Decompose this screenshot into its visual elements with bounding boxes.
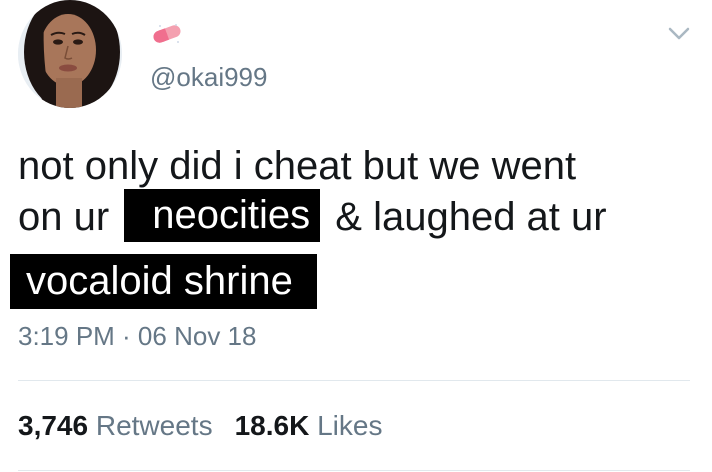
redacted-label-neocities: neocities xyxy=(124,189,321,242)
tweet-text-line-1: not only did i cheat but we went xyxy=(18,144,577,188)
tweet-stats: 3,746 Retweets 18.6K Likes xyxy=(18,408,382,444)
tweet-timestamp[interactable]: 3:19 PM · 06 Nov 18 xyxy=(18,320,256,352)
chevron-down-icon[interactable] xyxy=(664,18,694,48)
pill-emoji-icon xyxy=(150,22,184,46)
divider xyxy=(18,470,690,471)
retweets-count: 3,746 xyxy=(18,410,89,441)
likes-count: 18.6K xyxy=(234,410,310,441)
likes-label: Likes xyxy=(317,410,383,441)
avatar[interactable] xyxy=(18,0,122,108)
divider xyxy=(18,380,690,381)
likes-stat[interactable]: 18.6K Likes xyxy=(235,408,383,444)
retweets-stat[interactable]: 3,746 Retweets xyxy=(18,408,213,444)
tweet-text-line-2: on ur neocities & laughed at ur xyxy=(18,189,607,242)
retweets-label: Retweets xyxy=(95,410,213,441)
tweet-text-suffix: & laughed at ur xyxy=(324,195,607,239)
avatar-photo xyxy=(18,0,122,108)
user-handle[interactable]: @okai999 xyxy=(150,62,267,92)
redacted-label-vocaloid-shrine: vocaloid shrine xyxy=(10,254,317,309)
tweet-text-prefix: on ur xyxy=(18,195,121,239)
